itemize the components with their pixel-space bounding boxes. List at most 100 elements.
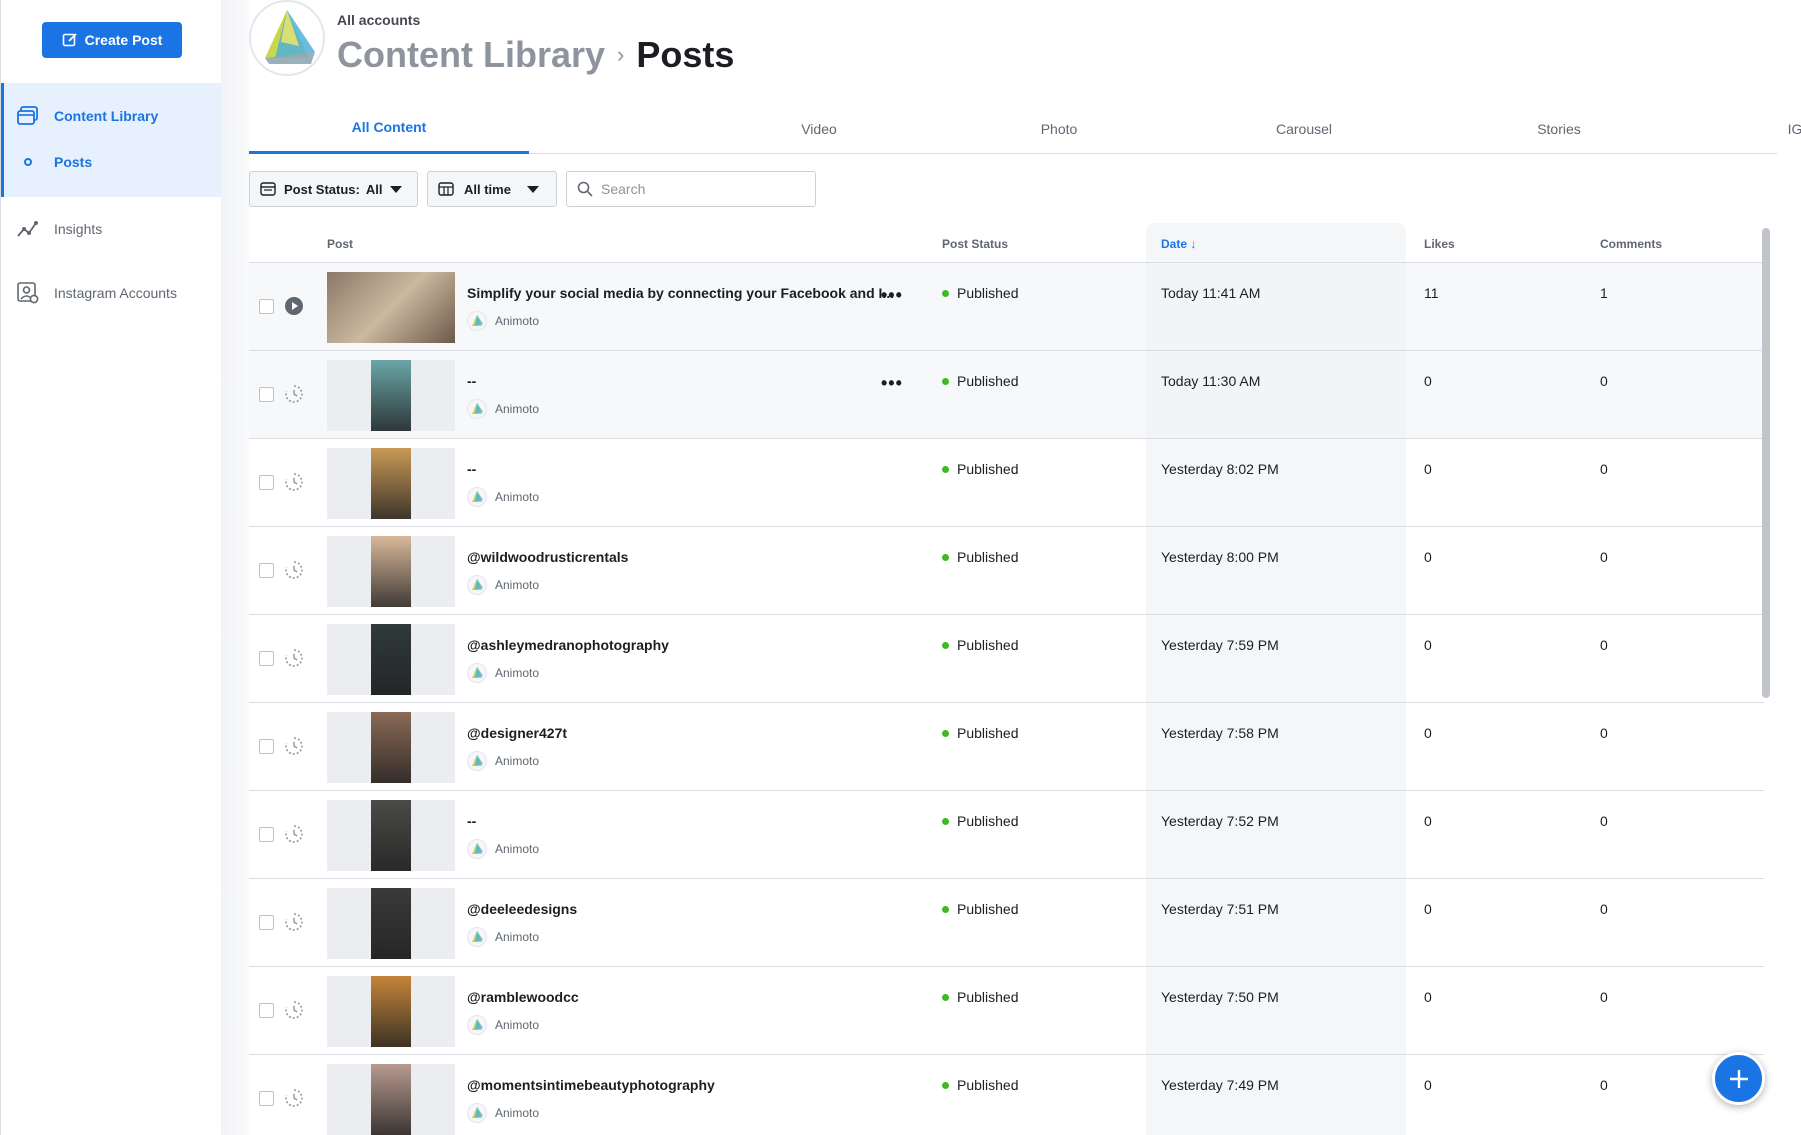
- animoto-logo-icon: [467, 399, 487, 419]
- create-post-label: Create Post: [84, 32, 163, 48]
- post-title[interactable]: @ramblewoodcc: [467, 989, 579, 1005]
- post-title[interactable]: --: [467, 461, 476, 477]
- status-text: Published: [957, 461, 1019, 477]
- row-checkbox[interactable]: [259, 915, 274, 930]
- status-badge: Published: [942, 725, 1019, 741]
- row-checkbox[interactable]: [259, 387, 274, 402]
- status-dot-icon: [942, 729, 949, 737]
- post-thumbnail[interactable]: [327, 272, 455, 343]
- post-thumbnail[interactable]: [327, 888, 455, 959]
- post-title[interactable]: @wildwoodrusticrentals: [467, 549, 628, 565]
- post-date: Yesterday 7:50 PM: [1161, 989, 1279, 1005]
- content-tabs: All Content Video Photo Carousel Stories…: [249, 103, 1801, 154]
- post-thumbnail[interactable]: [327, 624, 455, 695]
- more-options-icon[interactable]: •••: [881, 285, 903, 306]
- column-header-post-status[interactable]: Post Status: [942, 237, 1008, 251]
- post-thumbnail[interactable]: [327, 536, 455, 607]
- post-thumbnail[interactable]: [327, 448, 455, 519]
- post-thumbnail[interactable]: [327, 360, 455, 431]
- post-likes: 0: [1424, 461, 1432, 477]
- row-checkbox[interactable]: [259, 827, 274, 842]
- post-account: Animoto: [467, 487, 539, 507]
- post-account: Animoto: [467, 927, 539, 947]
- search-icon: [577, 181, 593, 197]
- post-thumbnail[interactable]: [327, 800, 455, 871]
- table-row[interactable]: -- ••• Animoto Published Today 11:30 AM 0 0: [249, 351, 1764, 439]
- calendar-list-icon: [260, 182, 276, 196]
- tab-all-content[interactable]: All Content: [249, 103, 529, 154]
- post-thumbnail[interactable]: [327, 1064, 455, 1135]
- chevron-down-icon: [390, 185, 403, 193]
- post-likes: 0: [1424, 725, 1432, 741]
- post-title[interactable]: @deeleedesigns: [467, 901, 577, 917]
- breadcrumb: Content Library › Posts: [337, 34, 734, 76]
- post-title[interactable]: --: [467, 373, 476, 389]
- tab-carousel[interactable]: Carousel: [1259, 103, 1349, 154]
- tab-video[interactable]: Video: [779, 103, 859, 154]
- status-badge: Published: [942, 901, 1019, 917]
- status-dot-icon: [942, 465, 949, 473]
- table-body: Simplify your social media by connecting…: [249, 263, 1764, 1135]
- row-checkbox[interactable]: [259, 299, 274, 314]
- column-header-comments[interactable]: Comments: [1600, 237, 1662, 251]
- column-header-likes[interactable]: Likes: [1424, 237, 1455, 251]
- row-checkbox[interactable]: [259, 563, 274, 578]
- status-badge: Published: [942, 1077, 1019, 1093]
- post-thumbnail[interactable]: [327, 976, 455, 1047]
- sidebar-item-content-library[interactable]: Content Library: [1, 96, 222, 136]
- dot-ring-icon: [17, 151, 39, 173]
- search-input[interactable]: [601, 181, 801, 197]
- table-row[interactable]: -- Animoto Published Yesterday 8:02 PM 0 0: [249, 439, 1764, 527]
- sidebar-item-posts[interactable]: Posts: [1, 142, 222, 182]
- tab-photo[interactable]: Photo: [1019, 103, 1099, 154]
- post-thumbnail[interactable]: [327, 712, 455, 783]
- table-row[interactable]: @designer427t Animoto Published Yesterday 7…: [249, 703, 1764, 791]
- tab-igtv[interactable]: IGTV: [1764, 103, 1801, 154]
- post-status-filter[interactable]: Post Status: All: [249, 171, 418, 207]
- plus-icon: [1729, 1069, 1748, 1088]
- account-name: Animoto: [495, 754, 540, 768]
- account-name: Animoto: [495, 842, 540, 856]
- post-title[interactable]: --: [467, 813, 476, 829]
- more-options-icon[interactable]: •••: [881, 373, 903, 394]
- account-name: Animoto: [495, 666, 540, 680]
- post-account: Animoto: [467, 1103, 539, 1123]
- post-account: Animoto: [467, 751, 539, 771]
- table-row[interactable]: @ashleymedranophotography Animoto Publishe…: [249, 615, 1764, 703]
- table-row[interactable]: @deeleedesigns Animoto Published Yesterday …: [249, 879, 1764, 967]
- post-title[interactable]: @ashleymedranophotography: [467, 637, 669, 653]
- story-clock-icon: [284, 648, 304, 668]
- row-checkbox[interactable]: [259, 475, 274, 490]
- post-title[interactable]: @designer427t: [467, 725, 567, 741]
- status-badge: Published: [942, 989, 1019, 1005]
- sidebar-item-insights[interactable]: Insights: [1, 209, 222, 249]
- table-row[interactable]: Simplify your social media by connecting…: [249, 263, 1764, 351]
- tab-stories[interactable]: Stories: [1519, 103, 1599, 154]
- table-row[interactable]: @wildwoodrusticrentals Animoto Published Ye…: [249, 527, 1764, 615]
- account-name: Animoto: [495, 314, 540, 328]
- account-name: Animoto: [495, 490, 540, 504]
- column-header-post[interactable]: Post: [327, 237, 353, 251]
- sidebar-divider: [221, 0, 249, 1135]
- animoto-logo-icon: [467, 927, 487, 947]
- column-header-date[interactable]: Date ↓: [1161, 237, 1196, 251]
- post-title[interactable]: Simplify your social media by connecting…: [467, 285, 894, 301]
- status-badge: Published: [942, 285, 1019, 301]
- post-title[interactable]: @momentsintimebeautyphotography: [467, 1077, 715, 1093]
- search-field[interactable]: [566, 171, 816, 207]
- post-account: Animoto: [467, 1015, 539, 1035]
- sidebar-item-instagram-accounts[interactable]: Instagram Accounts: [1, 273, 222, 313]
- breadcrumb-content-library[interactable]: Content Library: [337, 34, 605, 76]
- create-post-button[interactable]: Create Post: [42, 22, 182, 58]
- table-row[interactable]: -- Animoto Published Yesterday 7:52 PM 0 0: [249, 791, 1764, 879]
- time-range-filter[interactable]: All time: [427, 171, 557, 207]
- table-row[interactable]: @ramblewoodcc Animoto Published Yesterday 7…: [249, 967, 1764, 1055]
- row-checkbox[interactable]: [259, 1091, 274, 1106]
- row-checkbox[interactable]: [259, 651, 274, 666]
- add-floating-button[interactable]: [1712, 1052, 1765, 1105]
- row-checkbox[interactable]: [259, 1003, 274, 1018]
- table-scrollbar[interactable]: [1762, 228, 1770, 698]
- sidebar-item-label: Insights: [54, 221, 103, 237]
- table-row[interactable]: @momentsintimebeautyphotography Animoto Pu…: [249, 1055, 1764, 1135]
- row-checkbox[interactable]: [259, 739, 274, 754]
